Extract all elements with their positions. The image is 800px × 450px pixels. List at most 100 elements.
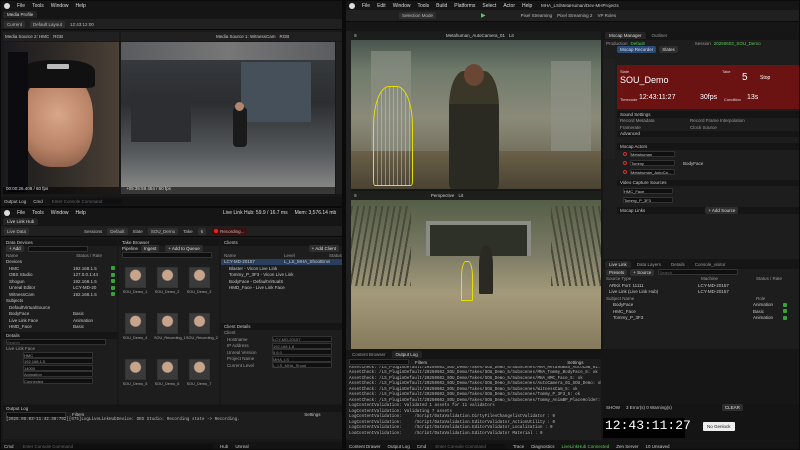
detail-value[interactable]: 192.168.1.5 — [23, 358, 93, 365]
ue-menu-help[interactable]: Help — [522, 3, 532, 9]
add-source-ll-button[interactable]: + Source — [630, 268, 655, 276]
tab-mocap-manager[interactable]: Mocap Manager — [605, 32, 646, 39]
tab-live-link-hub[interactable]: Live Link Hub — [3, 218, 39, 225]
viewport1-lit[interactable]: Lit — [509, 33, 514, 38]
clear-button[interactable]: CLEAR — [721, 403, 743, 411]
viewport2-lit[interactable]: Lit — [458, 193, 463, 198]
details-search[interactable]: Search — [6, 338, 106, 345]
menu-help[interactable]: Help — [76, 3, 86, 9]
viewport1-camera[interactable]: Metahuman_AutoCamera_01 — [446, 33, 505, 38]
tab-media-profile[interactable]: Media Profile — [3, 11, 38, 18]
mocap-slate[interactable]: SOU_Demo — [620, 75, 669, 85]
llh-cmd-button[interactable]: Cmd — [4, 444, 14, 449]
device-row[interactable]: HMC 192.168.1.5 — [3, 265, 117, 272]
selection-mode-dropdown[interactable]: Selection Mode — [399, 12, 437, 19]
client-subject-row[interactable]: HMD_Face - Live Link Face — [221, 285, 342, 292]
pipeline-dropdown[interactable]: Ingest — [141, 245, 160, 253]
source1-name[interactable]: Media Source 2: HMC — [5, 34, 49, 39]
take-thumbnail[interactable] — [157, 313, 178, 334]
subject-row[interactable]: Live Link Face Animation — [3, 317, 117, 324]
record-toggle-icon[interactable] — [623, 170, 627, 174]
subject-row[interactable]: HMD_Face Basic — [3, 324, 117, 331]
hub-button[interactable]: Hub — [220, 444, 228, 449]
menu-tools[interactable]: Tools — [32, 3, 44, 9]
ll-search[interactable]: Search — [658, 269, 739, 276]
recording-button[interactable]: Recording... — [211, 227, 248, 235]
presets-button[interactable]: Presets — [606, 268, 628, 276]
client-detail-value[interactable]: L_LS_MHA_Shoot — [272, 362, 332, 369]
ue-menu-tools[interactable]: Tools — [417, 3, 429, 9]
take-thumbnail[interactable] — [125, 313, 146, 334]
llh-menu-tools[interactable]: Tools — [32, 210, 44, 216]
llh-console-input[interactable]: Enter Console Command — [20, 444, 214, 449]
cmd-button[interactable]: Cmd — [33, 199, 43, 204]
tab-live-link[interactable]: Live Link — [605, 261, 631, 268]
menu-file[interactable]: File — [17, 3, 25, 9]
source1-format[interactable]: RGB — [53, 34, 63, 39]
mocap-actor-row[interactable]: Tommy BodyFace — [617, 159, 799, 168]
production-value[interactable]: Default — [631, 41, 645, 46]
video-source-row[interactable]: HMC_Face — [617, 186, 799, 195]
pixel-streaming-button[interactable]: Pixel Streaming — [521, 13, 553, 18]
device-row[interactable]: WitnessCam 192.168.1.5 — [3, 291, 117, 298]
record-toggle-icon[interactable] — [623, 161, 627, 165]
viewport1-menu-icon[interactable]: ≡ — [354, 33, 357, 39]
slate-value[interactable]: SOU_Demo — [147, 227, 179, 235]
ue-menu-file[interactable]: File — [362, 3, 370, 9]
llh-menu-file[interactable]: File — [17, 210, 25, 216]
ue-menu-window[interactable]: Window — [393, 3, 411, 9]
add-client-button[interactable]: + Add Client — [308, 245, 339, 253]
session-value[interactable]: 20250602_SOU_Demo — [714, 41, 761, 46]
device-row[interactable]: Shogun 192.168.1.5 — [3, 278, 117, 285]
mocap-recorder-tab[interactable]: Mocap Recorder — [617, 46, 657, 54]
viewport-1[interactable]: ≡ Metahuman_AutoCamera_01 Lit — [351, 31, 601, 189]
llh-menu-help[interactable]: Help — [76, 210, 86, 216]
mocap-actor-row[interactable]: Metahuman — [617, 150, 799, 159]
take-thumbnail[interactable] — [189, 313, 210, 334]
actor-name[interactable]: Metahuman_AutoCa... — [630, 169, 675, 175]
content-drawer-button[interactable]: Content Drawer — [349, 444, 381, 449]
slates-tab[interactable]: Slates — [659, 46, 678, 54]
client-host-row[interactable]: LCY-MD-20157 L_LS_MHA_ShootEnvi — [221, 258, 342, 265]
client-detail-value[interactable]: 192.168.1.8 — [272, 342, 332, 349]
menu-window[interactable]: Window — [51, 3, 69, 9]
ue-log-filters[interactable]: Filters — [415, 360, 427, 365]
zen-server-button[interactable]: Zen Server — [616, 444, 638, 449]
take-thumbnail[interactable] — [157, 359, 178, 380]
tab-output-log[interactable]: Output Log — [391, 351, 422, 358]
ue-cmd-button[interactable]: Cmd — [417, 444, 427, 449]
pixel-streaming-2-button[interactable]: Pixel Streaming 2 — [557, 13, 592, 18]
ue-log-settings[interactable]: Settings — [567, 360, 583, 365]
add-to-queue-button[interactable]: + Add to Queue — [165, 245, 203, 253]
mocap-actor-row[interactable]: Metahuman_AutoCa... — [617, 168, 799, 177]
video-source-row[interactable]: Tommy_P_3F3 — [617, 195, 799, 204]
console-input[interactable]: Enter Console Command — [49, 199, 123, 204]
current-button[interactable]: Current — [4, 20, 26, 28]
take-thumbnail[interactable] — [189, 267, 210, 288]
device-row[interactable]: Unreal Editor LCY-MD-20 — [3, 285, 117, 292]
actor-name[interactable]: Metahuman — [630, 151, 675, 157]
add-device-button[interactable]: + Add — [6, 245, 24, 253]
client-detail-value[interactable]: MHA_LS — [272, 355, 332, 362]
ue-menu-actor[interactable]: Actor — [503, 3, 515, 9]
livelinkhub-status[interactable]: LiveLinkHub Connected — [561, 444, 609, 449]
take-thumbnail[interactable] — [125, 359, 146, 380]
client-detail-value[interactable]: 5.6.0 — [272, 349, 332, 356]
video-source-name[interactable]: Tommy_P_3F3 — [623, 196, 673, 203]
ue-console-input[interactable]: Enter Console Command — [433, 443, 506, 449]
detail-value[interactable]: Connected — [23, 377, 93, 384]
device-row[interactable]: OBS Studio 127.0.0.1:44 — [3, 272, 117, 279]
output-log-button[interactable]: Output Log — [4, 199, 26, 204]
add-source-button[interactable]: + Add Source — [705, 206, 739, 214]
subject-row[interactable]: BodyFace Basic — [3, 311, 117, 318]
vp-roles-button[interactable]: VP Roles — [597, 13, 616, 18]
llh-log-search[interactable] — [6, 411, 66, 418]
viewport2-menu-icon[interactable]: ≡ — [354, 193, 357, 199]
take-search[interactable] — [122, 252, 212, 259]
ll-subject-row[interactable]: HMC_Face Basic — [603, 308, 799, 315]
llh-log-filters[interactable]: Filters — [72, 412, 84, 417]
ue-menu-platforms[interactable]: Platforms — [454, 3, 475, 9]
actor-name[interactable]: Tommy — [630, 160, 675, 166]
source2-format[interactable]: RGB — [280, 34, 290, 39]
take-value[interactable]: 6 — [197, 227, 207, 235]
